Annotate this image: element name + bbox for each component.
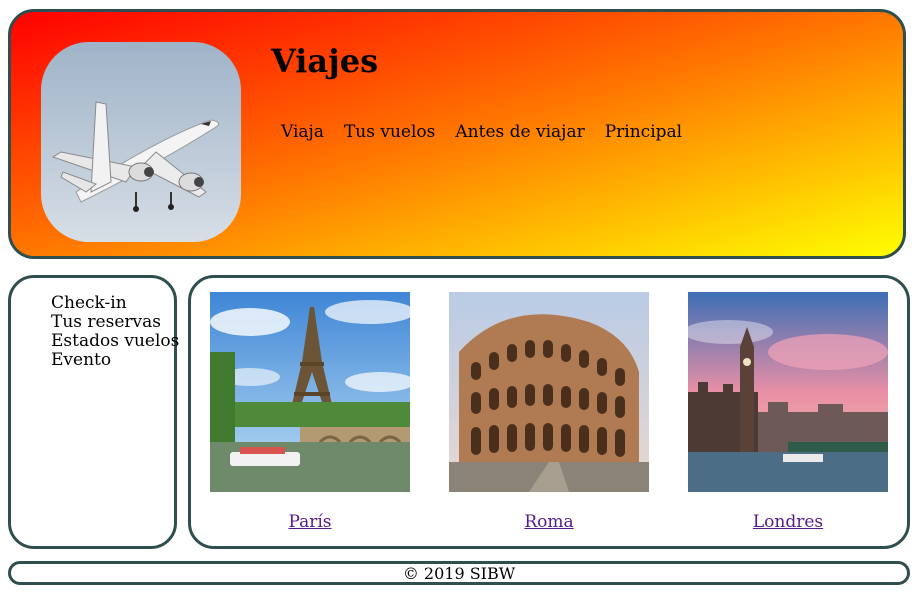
nav-item-viaja[interactable]: Viaja <box>281 122 324 142</box>
destination-link-londres[interactable]: Londres <box>753 512 823 532</box>
nav-item-principal[interactable]: Principal <box>605 122 682 142</box>
sidebar-menu: Check-in Tus reservas Estados vuelos Eve… <box>51 294 179 370</box>
colosseum-photo[interactable] <box>449 292 649 492</box>
destination-card-londres: Londres <box>688 292 888 532</box>
destination-link-paris[interactable]: París <box>288 512 331 532</box>
site-footer: © 2019 SIBW <box>8 561 910 585</box>
nav-item-tus-vuelos[interactable]: Tus vuelos <box>344 122 435 142</box>
eiffel-tower-photo[interactable] <box>210 292 410 492</box>
airplane-logo-image <box>41 42 241 242</box>
sidebar: Check-in Tus reservas Estados vuelos Eve… <box>8 275 179 549</box>
site-title: Viajes <box>271 42 379 80</box>
big-ben-photo[interactable] <box>688 292 888 492</box>
main-nav: Viaja Tus vuelos Antes de viajar Princip… <box>281 122 682 142</box>
destination-link-roma[interactable]: Roma <box>524 512 573 532</box>
destination-card-roma: Roma <box>449 292 649 532</box>
nav-item-antes-de-viajar[interactable]: Antes de viajar <box>455 122 584 142</box>
sidebar-item-estados-vuelos[interactable]: Estados vuelos <box>51 332 179 351</box>
copyright-text: © 2019 SIBW <box>402 564 516 583</box>
sidebar-item-tus-reservas[interactable]: Tus reservas <box>51 313 179 332</box>
sidebar-item-evento[interactable]: Evento <box>51 351 179 370</box>
site-header: Viajes Viaja Tus vuelos Antes de viajar … <box>8 9 906 259</box>
destinations-panel: París Roma Londres <box>188 275 910 549</box>
sidebar-item-check-in[interactable]: Check-in <box>51 294 179 313</box>
destination-card-paris: París <box>210 292 410 532</box>
